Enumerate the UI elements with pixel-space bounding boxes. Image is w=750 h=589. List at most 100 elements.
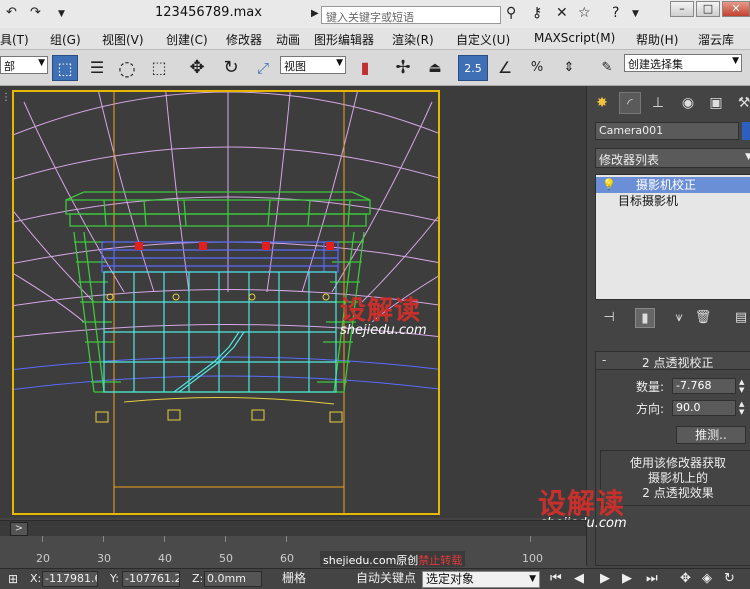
hierarchy-tab-icon[interactable]: ⊥: [647, 92, 669, 114]
select-manipulate-icon[interactable]: ✢: [390, 55, 416, 81]
chevron-down-icon: ▼: [732, 56, 739, 66]
maximize-button[interactable]: □: [696, 1, 720, 17]
direction-field[interactable]: 90.0: [672, 400, 736, 416]
menu-views[interactable]: 视图(V): [102, 31, 144, 48]
remove-modifier-icon[interactable]: 🗑: [693, 308, 713, 328]
light-markers: [135, 242, 334, 250]
menu-tools[interactable]: 具(T): [0, 31, 29, 48]
menu-customize[interactable]: 自定义(U): [456, 31, 510, 48]
reference-coordinate-dropdown[interactable]: 视图 ▼: [280, 56, 346, 74]
angle-snap-icon[interactable]: ∠: [492, 55, 518, 81]
menu-maxscript[interactable]: MAXScript(M): [534, 31, 615, 45]
stack-tools: ⊣ ▮ ⩛ 🗑 ▤: [595, 306, 750, 330]
snap-toggle-button[interactable]: 2.5: [458, 55, 488, 81]
menu-help[interactable]: 帮助(H): [636, 31, 678, 48]
spinner-snap-icon[interactable]: ⇕: [556, 55, 582, 81]
time-slider[interactable]: >: [0, 520, 586, 536]
close-button[interactable]: ✕: [722, 1, 750, 17]
go-to-end-icon[interactable]: ⏭: [646, 571, 658, 586]
stack-item-camera-correction[interactable]: 💡 摄影机校正: [596, 177, 750, 193]
next-frame-icon[interactable]: ▶: [622, 571, 632, 586]
grid-label: 栅格: [281, 571, 306, 585]
modify-tab-icon[interactable]: ◜: [619, 92, 641, 114]
tick: [164, 536, 165, 542]
menu-cloud-library[interactable]: 溜云库: [698, 31, 734, 48]
star-icon[interactable]: ☆: [578, 5, 591, 21]
menu-modifiers[interactable]: 修改器: [226, 31, 262, 48]
motion-tab-icon[interactable]: ◉: [677, 92, 699, 114]
menu-animation[interactable]: 动画: [276, 31, 300, 48]
search-expand-icon[interactable]: ▶: [311, 8, 319, 19]
tick: [42, 536, 43, 542]
create-tab-icon[interactable]: ✸: [591, 92, 613, 114]
direction-spinner-icon[interactable]: ▲ ▼: [739, 400, 749, 416]
redo-icon[interactable]: ↷: [30, 5, 41, 20]
orbit-icon[interactable]: ◈: [702, 571, 712, 586]
help-dropdown-icon[interactable]: ▼: [632, 9, 639, 19]
time-slider-handle[interactable]: >: [10, 522, 28, 536]
selection-region-icon[interactable]: ◌: [114, 55, 140, 81]
lightbulb-icon[interactable]: 💡: [602, 177, 616, 193]
show-end-result-icon[interactable]: ▮: [635, 308, 655, 328]
minimize-button[interactable]: –: [670, 1, 694, 17]
guess-button[interactable]: 推测..: [676, 426, 746, 444]
auto-key-button[interactable]: 自动关键点: [354, 570, 418, 588]
rotate-icon[interactable]: ↻: [218, 55, 244, 81]
utilities-tab-icon[interactable]: ⚒: [733, 92, 750, 114]
tick-label: 60: [280, 552, 294, 565]
help-icon[interactable]: ?: [612, 5, 619, 21]
menu-rendering[interactable]: 渲染(R): [392, 31, 434, 48]
walk-through-icon[interactable]: ↻: [724, 571, 735, 586]
viewport-menu-icon[interactable]: ⋮: [1, 92, 11, 103]
pan-icon[interactable]: ✥: [680, 571, 691, 586]
help-line-1: 使用该修改器获取: [629, 456, 726, 470]
lock-selection-icon[interactable]: ⊞: [8, 572, 18, 586]
undo-icon[interactable]: ↶: [6, 5, 17, 20]
key-icon[interactable]: ⚷: [532, 5, 542, 21]
percent-snap-icon[interactable]: %: [524, 55, 550, 81]
configure-modifier-sets-icon[interactable]: ▤: [731, 308, 750, 328]
y-label: Y:: [110, 572, 119, 585]
named-selection-set-dropdown[interactable]: 创建选择集 ▼: [624, 54, 742, 72]
menu-group[interactable]: 组(G): [50, 31, 81, 48]
display-tab-icon[interactable]: ▣: [705, 92, 727, 114]
edit-named-selection-icon[interactable]: ✎: [594, 55, 620, 81]
object-name-field[interactable]: Camera001: [595, 122, 739, 140]
previous-frame-icon[interactable]: ◀: [574, 571, 584, 586]
stack-item-target-camera[interactable]: 目标摄影机: [596, 193, 750, 209]
go-to-start-icon[interactable]: ⏮: [550, 571, 562, 586]
modifier-list-label: 修改器列表: [599, 153, 660, 167]
search-input[interactable]: 键入关键字或短语: [321, 6, 501, 24]
tick-label: 100: [522, 552, 543, 565]
object-color-swatch[interactable]: [742, 122, 750, 140]
binoculars-icon[interactable]: ⚲: [506, 5, 516, 21]
modifier-list-dropdown[interactable]: 修改器列表 ▼: [595, 148, 750, 168]
amount-field[interactable]: -7.768: [672, 378, 736, 394]
move-icon[interactable]: ✥: [184, 55, 210, 81]
z-coordinate-field[interactable]: 0.0mm: [204, 571, 262, 587]
menu-create[interactable]: 创建(C): [166, 31, 208, 48]
play-icon[interactable]: ▶: [600, 571, 610, 586]
key-filter-dropdown[interactable]: 选定对象 ▼: [422, 571, 540, 588]
quick-access-dropdown-icon[interactable]: ▼: [58, 9, 65, 19]
x-coordinate-field[interactable]: -117981.68: [42, 571, 98, 587]
tools-icon[interactable]: ✕: [556, 5, 568, 21]
tick: [225, 536, 226, 542]
selection-filter-dropdown[interactable]: 部 ▼: [0, 56, 48, 74]
track-bar[interactable]: 20 30 40 50 60 100 shejiedu.com原创禁止转载: [0, 536, 586, 568]
keyboard-shortcut-icon[interactable]: ⏏: [422, 55, 448, 81]
y-coordinate-field[interactable]: -107761.24: [122, 571, 180, 587]
select-by-name-icon[interactable]: ☰: [84, 55, 110, 81]
rollout-header[interactable]: - 2 点透视校正: [596, 352, 750, 370]
make-unique-icon[interactable]: ⩛: [669, 308, 689, 328]
amount-spinner-icon[interactable]: ▲ ▼: [739, 378, 749, 394]
scale-icon[interactable]: ⤢: [250, 55, 276, 81]
menu-graph-editors[interactable]: 图形编辑器: [314, 31, 374, 48]
credit-banner: shejiedu.com原创禁止转载: [320, 551, 466, 567]
select-object-button[interactable]: ⬚: [52, 55, 78, 81]
window-crossing-icon[interactable]: ⬚: [146, 55, 172, 81]
chevron-down-icon: ▼: [38, 58, 45, 68]
pin-stack-icon[interactable]: ⊣: [599, 308, 619, 328]
pivot-center-icon[interactable]: ▮: [352, 55, 378, 81]
3dsmax-window: ↶ ↷ ▼ 123456789.max ▶ 键入关键字或短语 ⚲ ⚷ ✕ ☆ ?…: [0, 0, 750, 589]
